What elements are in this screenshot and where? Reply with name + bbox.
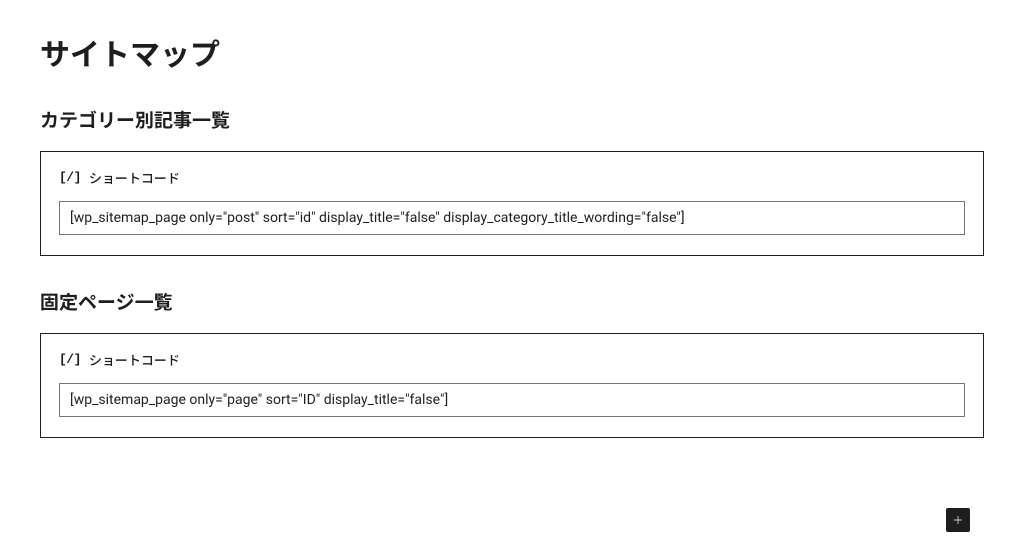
section-heading-category[interactable]: カテゴリー別記事一覧 bbox=[40, 106, 984, 133]
shortcode-label: ショートコード bbox=[89, 350, 180, 369]
shortcode-input-category[interactable] bbox=[59, 201, 965, 235]
plus-icon bbox=[950, 512, 966, 528]
section-heading-pages[interactable]: 固定ページ一覧 bbox=[40, 288, 984, 315]
shortcode-icon: [/] bbox=[59, 352, 81, 367]
shortcode-label: ショートコード bbox=[89, 168, 180, 187]
shortcode-input-pages[interactable] bbox=[59, 383, 965, 417]
shortcode-icon: [/] bbox=[59, 170, 81, 185]
shortcode-block-pages[interactable]: [/] ショートコード bbox=[40, 333, 984, 438]
shortcode-block-category[interactable]: [/] ショートコード bbox=[40, 151, 984, 256]
add-block-button[interactable] bbox=[946, 508, 970, 532]
shortcode-header: [/] ショートコード bbox=[59, 350, 965, 369]
page-title[interactable]: サイトマップ bbox=[40, 30, 984, 74]
shortcode-header: [/] ショートコード bbox=[59, 168, 965, 187]
